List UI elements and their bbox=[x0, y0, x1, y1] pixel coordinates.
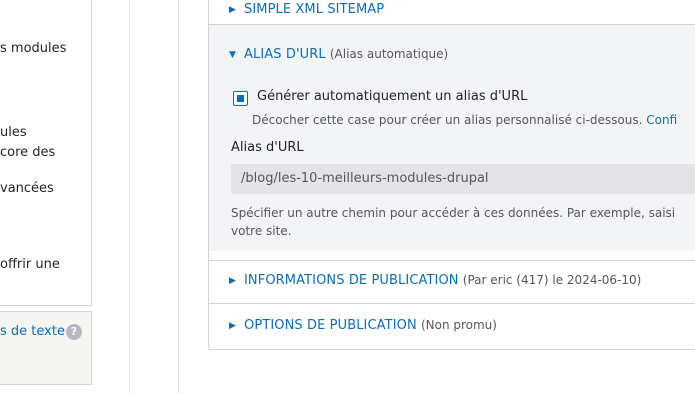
left-text-line: s modules bbox=[0, 41, 67, 56]
left-text-line: core des bbox=[0, 145, 56, 160]
url-alias-description-line: Spécifier un autre chemin pour accéder à… bbox=[231, 206, 676, 220]
accordion-separator bbox=[209, 303, 695, 304]
triangle-right-icon: ▶ bbox=[229, 321, 236, 331]
text-format-link[interactable]: s de texte bbox=[0, 324, 65, 339]
left-text-line: offrir une bbox=[0, 257, 60, 272]
accordion-summary-publication-options[interactable]: ▶ OPTIONS DE PUBLICATION (Non promu) bbox=[229, 316, 497, 335]
accordion-title: SIMPLE XML SITEMAP bbox=[244, 2, 385, 17]
triangle-right-icon: ▶ bbox=[229, 276, 236, 286]
auto-alias-checkbox[interactable] bbox=[233, 91, 248, 106]
left-text-line: ules bbox=[0, 125, 27, 140]
accordion-subtitle: (Par eric (417) le 2024-06-10) bbox=[462, 273, 642, 287]
triangle-down-icon: ▼ bbox=[229, 50, 236, 60]
column-divider bbox=[129, 0, 130, 393]
accordion-subtitle: (Alias automatique) bbox=[329, 47, 449, 61]
accordion-title: INFORMATIONS DE PUBLICATION bbox=[244, 273, 459, 288]
left-text-line: vancées bbox=[0, 181, 54, 196]
accordion-summary-alias[interactable]: ▼ ALIAS D'URL (Alias automatique) bbox=[229, 45, 448, 64]
accordion-summary-sitemap[interactable]: ▶ SIMPLE XML SITEMAP bbox=[229, 1, 384, 19]
url-alias-description-line: votre site. bbox=[231, 224, 292, 238]
accordion-subtitle: (Non promu) bbox=[420, 318, 497, 332]
accordion-title: ALIAS D'URL bbox=[244, 47, 326, 62]
column-divider bbox=[178, 0, 179, 393]
left-sidebar-box: s modules ules core des vancées offrir u… bbox=[0, 0, 92, 306]
settings-accordion: ▶ SIMPLE XML SITEMAP ▼ ALIAS D'URL (Alias … bbox=[208, 0, 695, 350]
url-alias-description: Spécifier un autre chemin pour accéder à… bbox=[231, 204, 675, 240]
accordion-title: OPTIONS DE PUBLICATION bbox=[244, 318, 417, 333]
accordion-separator bbox=[209, 260, 695, 261]
help-icon[interactable]: ? bbox=[66, 324, 82, 340]
url-alias-label: Alias d'URL bbox=[231, 140, 304, 155]
accordion-summary-publication-info[interactable]: ▶ INFORMATIONS DE PUBLICATION (Par eric (… bbox=[229, 271, 641, 290]
triangle-right-icon: ▶ bbox=[229, 5, 236, 15]
url-alias-input[interactable]: /blog/les-10-meilleurs-modules-drupal bbox=[231, 164, 695, 194]
configure-link[interactable]: Confi bbox=[646, 113, 677, 127]
left-footer-box bbox=[0, 311, 92, 385]
auto-alias-checkbox-label[interactable]: Générer automatiquement un alias d'URL bbox=[257, 89, 527, 104]
auto-alias-description-text: Décocher cette case pour créer un alias … bbox=[252, 113, 643, 127]
auto-alias-description: Décocher cette case pour créer un alias … bbox=[252, 113, 677, 127]
